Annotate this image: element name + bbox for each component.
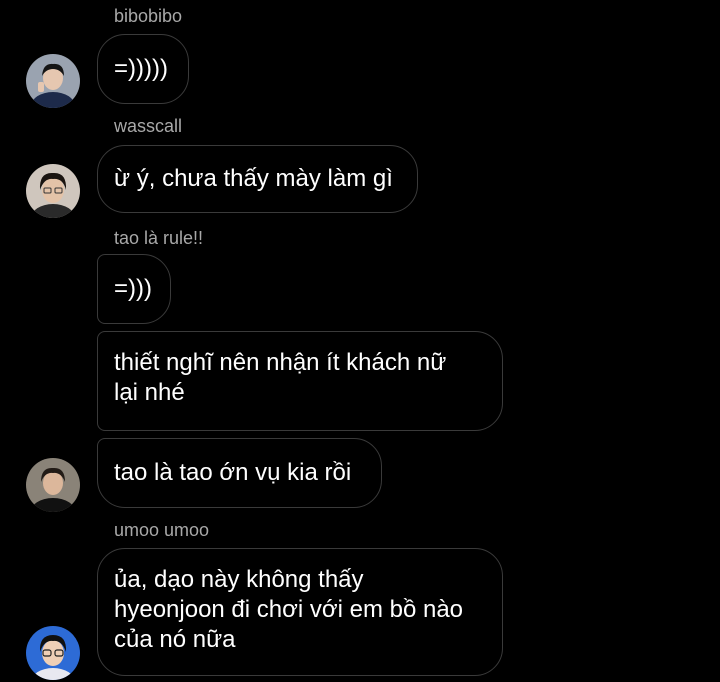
message-bubble[interactable]: tao là tao ớn vụ kia rồi [97,438,382,508]
message-bubble[interactable]: ủa, dạo này không thấy hyeonjoon đi chơi… [97,548,503,676]
sender-name: wasscall [114,116,183,136]
message-text: ừ ý, chưa thấy mày làm gì [114,165,393,192]
message-text: =))) [114,275,152,302]
user-avatar-icon[interactable] [26,164,80,218]
message-text: =))))) [114,55,168,82]
message-text: thiết nghĩ nên nhận ít khách nữ lại nhé [114,349,447,406]
message-bubble[interactable]: =))) [97,254,171,324]
message-bubble[interactable]: ừ ý, chưa thấy mày làm gì [97,145,418,213]
user-avatar-icon[interactable] [26,54,80,108]
message-text: tao là tao ớn vụ kia rồi [114,459,352,486]
user-avatar-icon[interactable] [26,458,80,512]
sender-name: umoo umoo [114,520,210,540]
user-avatar-icon[interactable] [26,626,80,680]
message-text: ủa, dạo này không thấy hyeonjoon đi chơi… [114,566,464,653]
sender-name: bibobibo [114,6,183,26]
message-bubble[interactable]: thiết nghĩ nên nhận ít khách nữ lại nhé [97,331,503,431]
sender-name: tao là rule!! [114,228,204,248]
message-bubble[interactable]: =))))) [97,34,189,104]
